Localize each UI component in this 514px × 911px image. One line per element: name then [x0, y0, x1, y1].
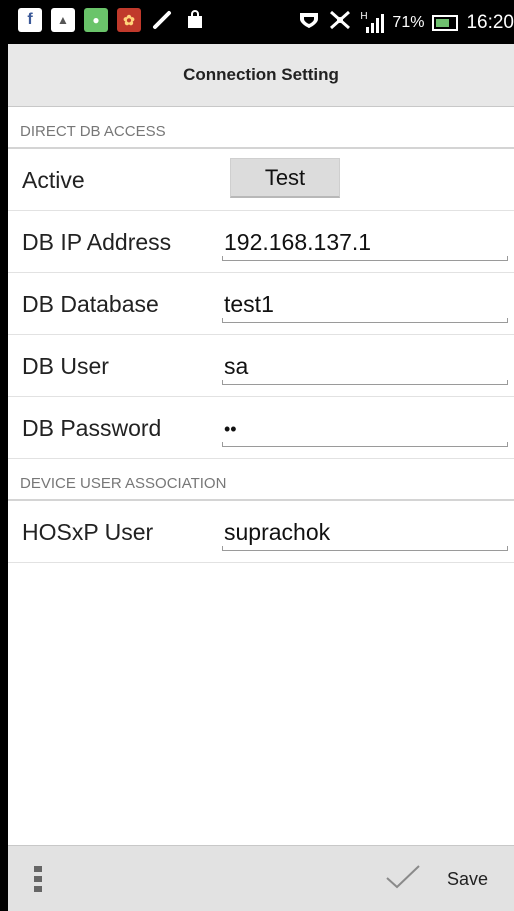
facebook-icon: f — [18, 8, 42, 32]
settings-list: DIRECT DB ACCESS Active Test DB IP Addre… — [8, 107, 514, 563]
row-hosxp-user: HOSxP User suprachok — [8, 501, 514, 563]
notification-icons: f ▲ ● ✿ — [18, 8, 207, 32]
checkmark-icon[interactable] — [385, 864, 421, 895]
mute-icon — [328, 9, 352, 37]
save-action[interactable]: Save — [385, 846, 514, 911]
pen-icon — [150, 8, 174, 32]
db-password-field[interactable]: •• — [222, 407, 512, 449]
row-db-password: DB Password •• — [8, 397, 514, 459]
db-password-value: •• — [224, 419, 237, 439]
save-button[interactable]: Save — [447, 869, 488, 890]
app-window: f ▲ ● ✿ H 71% 16:20 Connection Setting D… — [8, 0, 514, 911]
shield-icon — [298, 10, 320, 36]
field-underline — [222, 546, 508, 551]
field-underline — [222, 256, 508, 261]
db-database-value: test1 — [224, 291, 274, 317]
db-database-label: DB Database — [22, 291, 159, 317]
db-database-field[interactable]: test1 — [222, 283, 512, 325]
page-title: Connection Setting — [183, 65, 339, 84]
signal-label: H — [360, 11, 368, 22]
section-header-device-user: DEVICE USER ASSOCIATION — [8, 459, 514, 501]
row-db-database: DB Database test1 — [8, 273, 514, 335]
section-header-direct-db: DIRECT DB ACCESS — [8, 107, 514, 149]
row-active: Active Test — [8, 149, 514, 211]
battery-percent: 71% — [392, 14, 425, 31]
test-button[interactable]: Test — [230, 158, 340, 198]
active-label: Active — [22, 167, 85, 193]
line-app-icon: ● — [84, 8, 108, 32]
field-underline — [222, 442, 508, 447]
field-underline — [222, 318, 508, 323]
game-app-icon: ✿ — [117, 8, 141, 32]
overflow-menu-icon[interactable] — [34, 866, 42, 892]
db-ip-address-value: 192.168.137.1 — [224, 229, 372, 255]
db-user-field[interactable]: sa — [222, 345, 512, 387]
bottom-action-bar: Save — [8, 845, 514, 911]
gallery-icon: ▲ — [51, 8, 75, 32]
system-status: H 71% 16:20 — [298, 9, 514, 37]
db-ip-address-field[interactable]: 192.168.137.1 — [222, 221, 512, 263]
db-user-value: sa — [224, 353, 249, 379]
field-underline — [222, 380, 508, 385]
db-password-label: DB Password — [22, 415, 162, 441]
status-bar: f ▲ ● ✿ H 71% 16:20 — [8, 0, 514, 44]
battery-icon — [432, 15, 459, 31]
row-db-ip-address: DB IP Address 192.168.137.1 — [8, 211, 514, 273]
db-ip-address-label: DB IP Address — [22, 229, 172, 255]
hosxp-user-value: suprachok — [224, 519, 331, 545]
signal-icon: H — [360, 11, 385, 33]
hosxp-user-label: HOSxP User — [22, 519, 154, 545]
action-bar: Connection Setting — [8, 44, 514, 107]
store-bag-icon — [183, 8, 207, 32]
hosxp-user-field[interactable]: suprachok — [222, 511, 512, 553]
clock: 16:20 — [466, 12, 514, 33]
row-db-user: DB User sa — [8, 335, 514, 397]
db-user-label: DB User — [22, 353, 109, 379]
